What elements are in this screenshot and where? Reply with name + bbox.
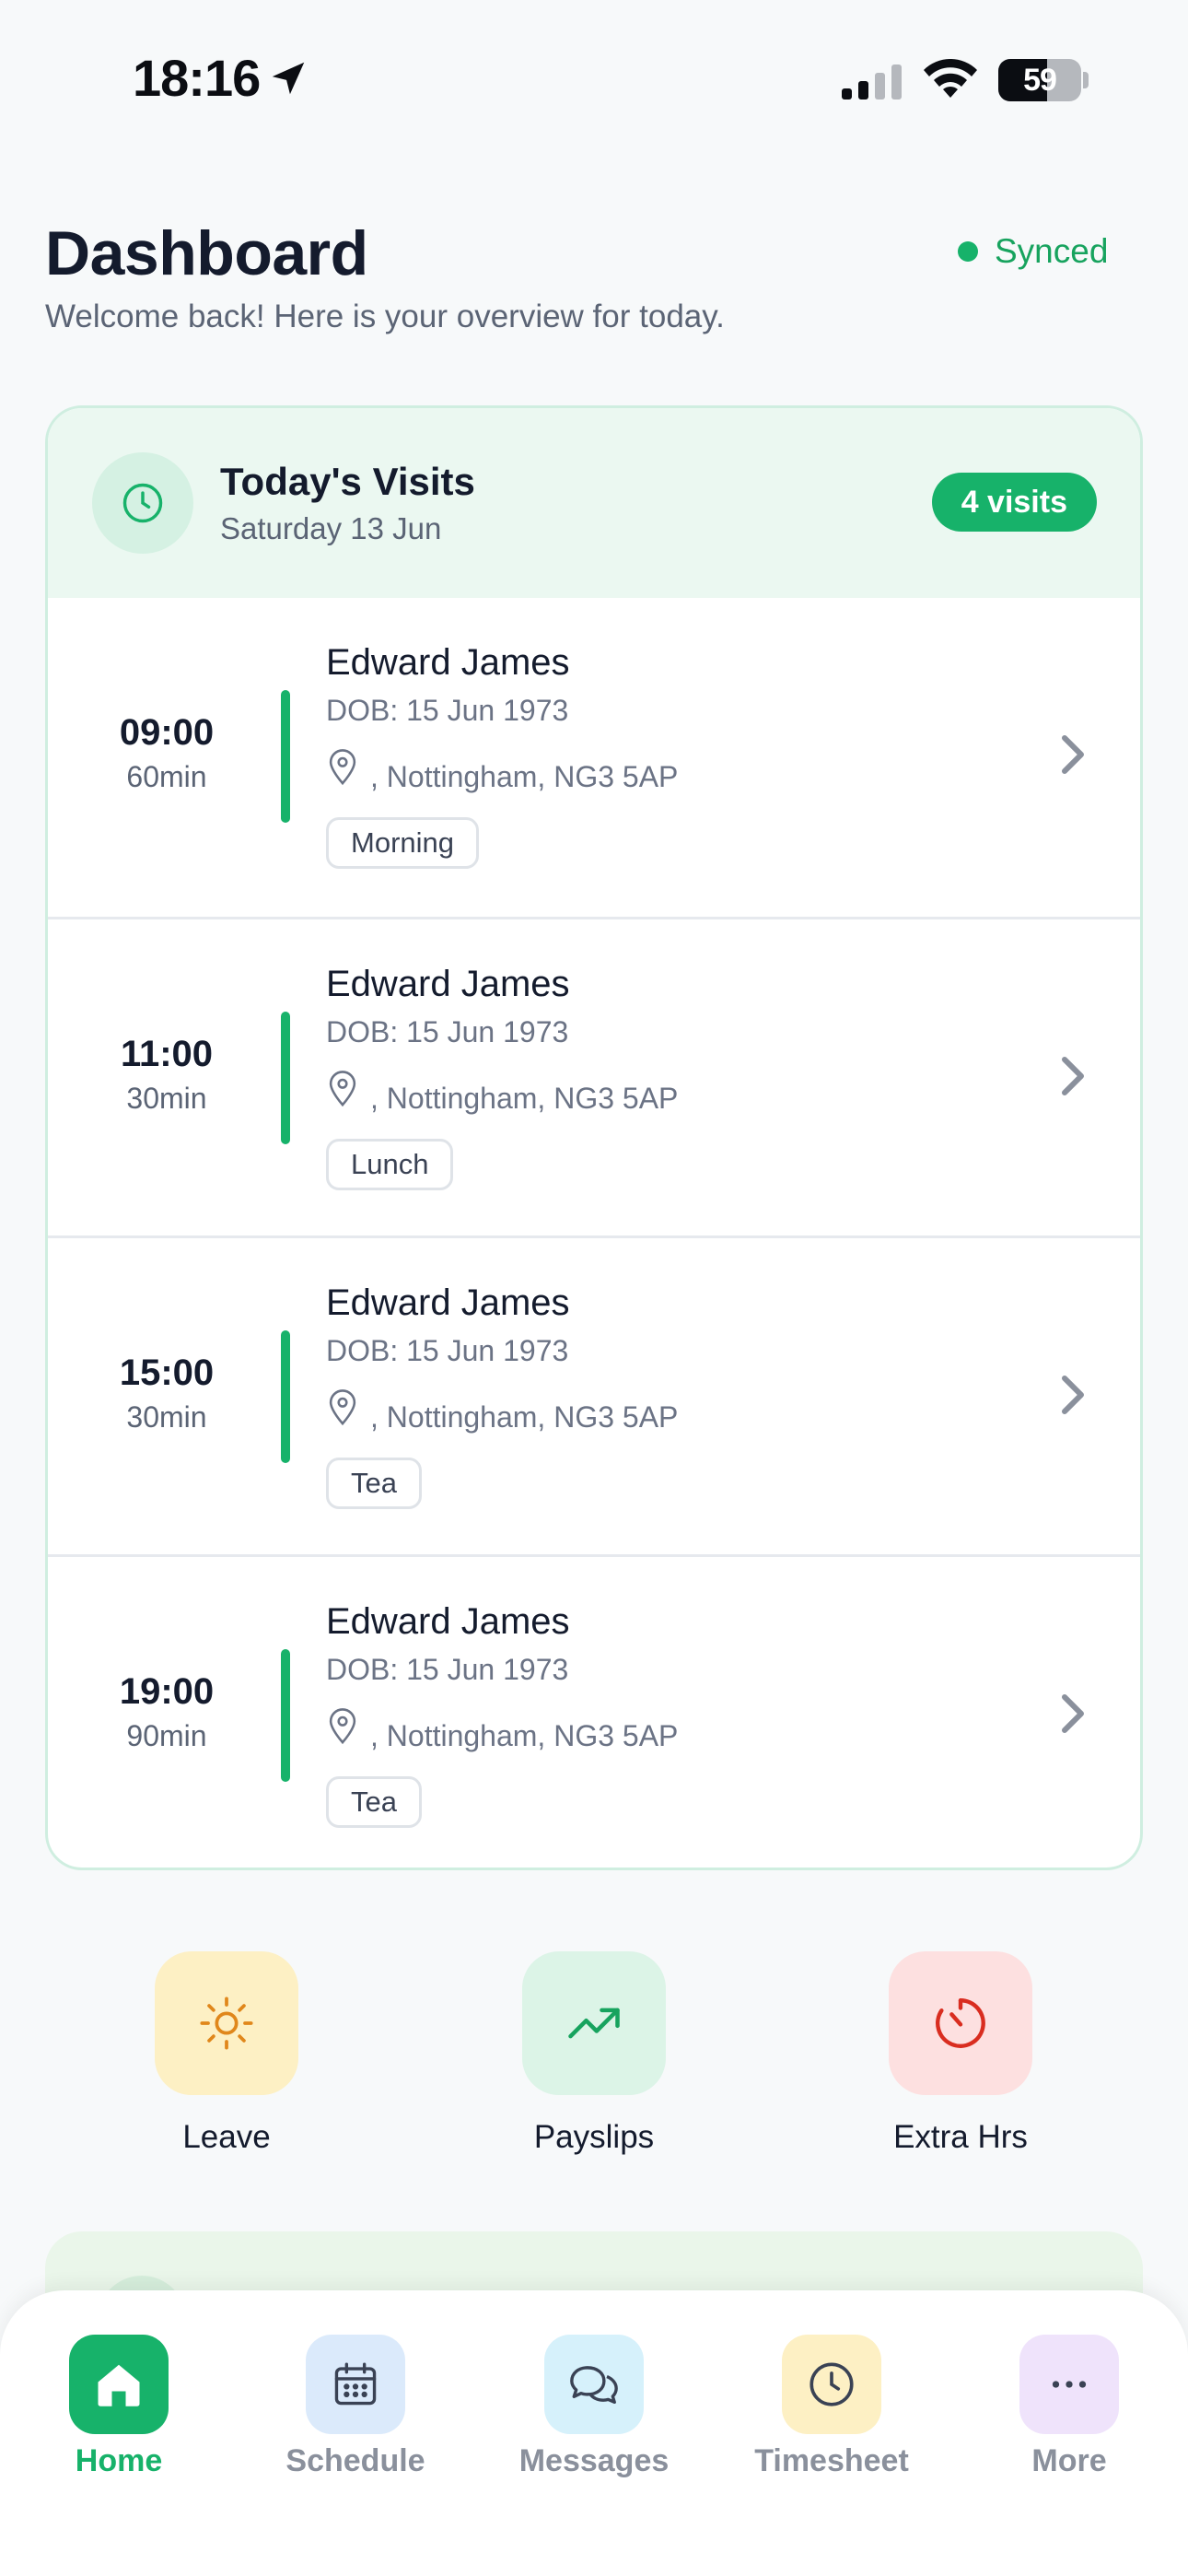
calendar-icon — [306, 2335, 405, 2434]
client-dob: DOB: 15 Jun 1973 — [326, 1653, 569, 1686]
visit-type-tag: Tea — [326, 1458, 422, 1509]
extra-hours-label: Extra Hrs — [893, 2119, 1028, 2155]
visit-time: 11:00 — [120, 1034, 214, 1074]
page-title: Dashboard — [45, 218, 368, 288]
nav-schedule-label: Schedule — [285, 2443, 425, 2478]
visit-row[interactable]: 15:00 30min Edward James DOB: 15 Jun 197… — [48, 1235, 1140, 1554]
leave-button[interactable]: Leave — [107, 1951, 346, 2163]
timer-icon — [889, 1951, 1032, 2095]
visit-type-tag: Lunch — [326, 1139, 454, 1190]
visit-type-tag: Tea — [326, 1776, 422, 1828]
visit-time: 09:00 — [119, 712, 215, 753]
client-dob: DOB: 15 Jun 1973 — [326, 694, 569, 727]
visit-type-tag: Morning — [326, 817, 479, 869]
client-address: , Nottingham, NG3 5AP — [370, 760, 679, 793]
location-pin-icon — [329, 1389, 356, 1426]
visit-duration: 60min — [126, 760, 207, 793]
nav-home[interactable]: Home — [27, 2335, 211, 2500]
payslips-button[interactable]: Payslips — [474, 1951, 714, 2163]
todays-visits-card: Today's Visits Saturday 13 Jun 4 visits … — [45, 405, 1143, 1870]
clock-icon — [782, 2335, 881, 2434]
extra-hours-button[interactable]: Extra Hrs — [841, 1951, 1080, 2163]
bottom-navigation: Home Schedule Messages Timesheet More — [0, 2290, 1188, 2576]
visit-status-bar — [281, 1012, 290, 1144]
nav-timesheet-label: Timesheet — [754, 2443, 909, 2478]
visit-row[interactable]: 19:00 90min Edward James DOB: 15 Jun 197… — [48, 1554, 1140, 1868]
location-pin-icon — [329, 1708, 356, 1745]
status-bar: 18:16 59 — [0, 0, 1188, 157]
client-address: , Nottingham, NG3 5AP — [370, 1082, 679, 1115]
nav-more-label: More — [1031, 2443, 1107, 2478]
trending-up-icon — [522, 1951, 666, 2095]
wifi-icon — [924, 59, 977, 98]
chat-icon — [544, 2335, 644, 2434]
visit-row[interactable]: 09:00 60min Edward James DOB: 15 Jun 197… — [48, 598, 1140, 917]
nav-more[interactable]: More — [977, 2335, 1161, 2500]
clock-icon — [92, 452, 193, 554]
visit-time: 19:00 — [119, 1671, 215, 1712]
sync-status: Synced — [958, 232, 1108, 271]
client-name: Edward James — [326, 1601, 570, 1642]
sync-dot-icon — [958, 241, 978, 262]
location-arrow-icon — [272, 62, 305, 95]
location-pin-icon — [329, 749, 356, 786]
visit-time: 15:00 — [119, 1352, 215, 1393]
client-name: Edward James — [326, 964, 570, 1004]
location-pin-icon — [329, 1071, 356, 1107]
nav-messages-label: Messages — [518, 2443, 670, 2478]
visit-duration: 30min — [126, 1082, 207, 1115]
client-address: , Nottingham, NG3 5AP — [370, 1719, 679, 1752]
payslips-label: Payslips — [533, 2119, 655, 2155]
nav-messages[interactable]: Messages — [502, 2335, 686, 2500]
client-name: Edward James — [326, 642, 570, 683]
client-name: Edward James — [326, 1282, 570, 1323]
sync-status-text: Synced — [995, 232, 1109, 270]
chevron-right-icon — [1062, 1057, 1084, 1095]
client-dob: DOB: 15 Jun 1973 — [326, 1015, 569, 1048]
visits-header: Today's Visits Saturday 13 Jun 4 visits — [48, 408, 1140, 598]
home-icon — [69, 2335, 169, 2434]
cellular-signal-icon — [842, 64, 902, 100]
visit-duration: 30min — [126, 1400, 207, 1434]
chevron-right-icon — [1062, 735, 1084, 774]
client-address: , Nottingham, NG3 5AP — [370, 1400, 679, 1434]
battery-cap — [1083, 72, 1089, 88]
nav-timesheet[interactable]: Timesheet — [740, 2335, 924, 2500]
visits-count-badge: 4 visits — [931, 473, 1097, 532]
visits-title: Today's Visits — [220, 460, 475, 503]
visit-status-bar — [281, 1330, 290, 1463]
status-time: 18:16 — [133, 49, 261, 107]
page-subtitle: Welcome back! Here is your overview for … — [45, 299, 725, 334]
visit-duration: 90min — [126, 1719, 207, 1752]
client-dob: DOB: 15 Jun 1973 — [326, 1334, 569, 1367]
nav-schedule[interactable]: Schedule — [263, 2335, 448, 2500]
nav-home-label: Home — [75, 2443, 163, 2478]
leave-label: Leave — [182, 2119, 271, 2155]
sun-icon — [155, 1951, 298, 2095]
visit-row[interactable]: 11:00 30min Edward James DOB: 15 Jun 197… — [48, 917, 1140, 1235]
chevron-right-icon — [1062, 1376, 1084, 1414]
chevron-right-icon — [1062, 1694, 1084, 1733]
visit-status-bar — [281, 1649, 290, 1782]
battery-level: 59 — [1023, 63, 1057, 98]
more-icon — [1019, 2335, 1119, 2434]
visits-date: Saturday 13 Jun — [220, 511, 442, 545]
visit-status-bar — [281, 690, 290, 823]
battery-icon: 59 — [998, 59, 1081, 101]
